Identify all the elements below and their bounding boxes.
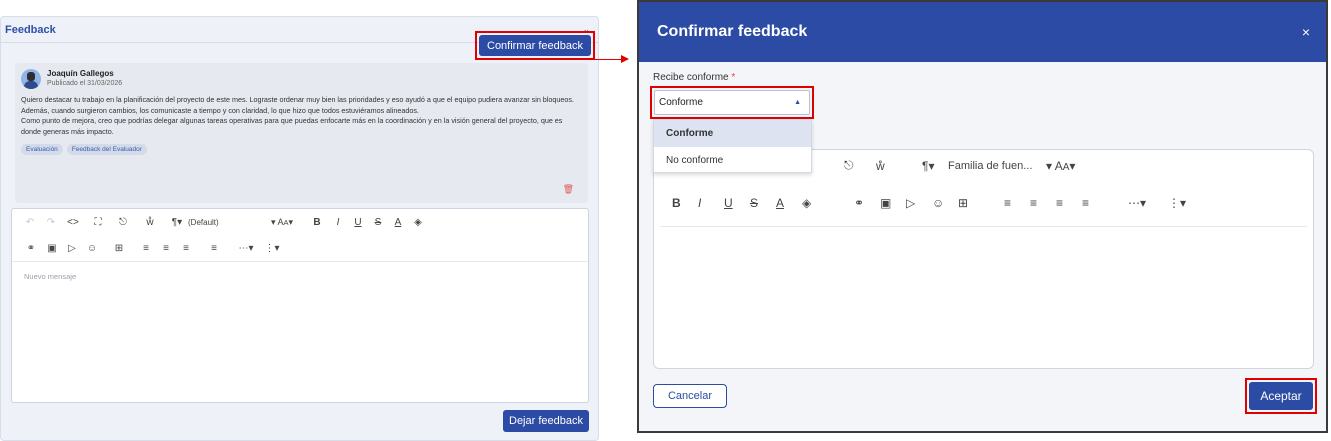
field-label-text: Recibe conforme bbox=[653, 72, 729, 83]
numbered-list-icon[interactable]: ⋮▾ bbox=[1168, 196, 1198, 210]
font-size-icon[interactable]: ▾ AA▾ bbox=[1046, 159, 1086, 173]
undo-icon[interactable]: ↶ bbox=[20, 217, 40, 228]
field-label: Recibe conforme * bbox=[653, 72, 735, 83]
avatar bbox=[21, 69, 41, 89]
author-name: Joaquín Gallegos bbox=[47, 69, 114, 78]
align-left-icon[interactable]: ≡ bbox=[1004, 196, 1030, 210]
strikethrough-icon[interactable]: S bbox=[750, 196, 776, 210]
dropdown-option[interactable]: No conforme bbox=[654, 147, 811, 174]
feedback-comment-card: Joaquín Gallegos Publicado el 31/03/2026… bbox=[15, 63, 588, 203]
video-icon[interactable]: ▷ bbox=[906, 196, 932, 210]
trash-icon[interactable]: 🗑 bbox=[563, 184, 574, 195]
conformity-dropdown: Conforme No conforme bbox=[653, 119, 812, 173]
highlight-color-icon[interactable]: ◈ bbox=[802, 196, 854, 210]
message-input[interactable]: Nuevo mensaje bbox=[12, 262, 588, 291]
select-highlight: Conforme ▲ bbox=[650, 86, 814, 119]
paragraph-style-icon[interactable]: ¶▾ bbox=[922, 159, 948, 173]
select-value: Conforme bbox=[659, 97, 703, 108]
align-right-icon[interactable]: ≡ bbox=[176, 243, 196, 254]
conformity-select[interactable]: Conforme ▲ bbox=[654, 90, 810, 115]
font-color-icon[interactable]: A bbox=[776, 196, 802, 210]
confirm-feedback-modal: Confirmar feedback × Recibe conforme * C… bbox=[637, 0, 1328, 433]
leave-feedback-button[interactable]: Dejar feedback bbox=[503, 410, 589, 432]
strikethrough-icon[interactable]: S bbox=[368, 217, 388, 228]
editor-toolbar-row-2: ⚭ ▣ ▷ ☺ ⊞ ≡ ≡ ≡ ≡ ⋯▾ ⋮▾ bbox=[12, 235, 588, 261]
format-painter-icon[interactable]: ⎋ bbox=[112, 217, 134, 228]
align-left-icon[interactable]: ≡ bbox=[136, 243, 156, 254]
comment-tags: Evaluación Feedback del Evaluador bbox=[21, 144, 582, 155]
emoji-icon[interactable]: ☺ bbox=[932, 196, 958, 210]
link-icon[interactable]: ⚭ bbox=[854, 196, 880, 210]
tag-badge: Evaluación bbox=[21, 144, 63, 155]
bullet-list-icon[interactable]: ⋯▾ bbox=[232, 243, 260, 254]
editor-toolbar-row-1: ↶ ↷ <> ⛶ ⎋ ẘ ¶▾ (Default) ▾ AA▾ B I U S … bbox=[12, 209, 588, 235]
caret-up-icon: ▲ bbox=[794, 99, 801, 106]
redo-icon[interactable]: ↷ bbox=[40, 217, 62, 228]
italic-icon[interactable]: I bbox=[698, 196, 724, 210]
screen: Feedback ⌄ Confirmar feedback Joaquín Ga… bbox=[0, 0, 1331, 441]
code-view-icon[interactable]: <> bbox=[62, 217, 84, 228]
modal-toolbar-row-2: B I U S A ◈ ⚭ ▣ ▷ ☺ ⊞ ≡ ≡ ≡ ≡ ⋯▾ ⋮▾ bbox=[672, 196, 1198, 210]
align-right-icon[interactable]: ≡ bbox=[1056, 196, 1082, 210]
video-icon[interactable]: ▷ bbox=[62, 243, 82, 254]
modal-header: Confirmar feedback × bbox=[639, 2, 1326, 62]
modal-editor: ⎋ ẘ ¶▾ Familia de fuen... ▾ AA▾ B I U S … bbox=[653, 149, 1314, 369]
close-icon[interactable]: × bbox=[1302, 24, 1310, 40]
annotation-arrowhead bbox=[621, 55, 629, 63]
bullet-list-icon[interactable]: ⋯▾ bbox=[1128, 196, 1168, 210]
modal-title: Confirmar feedback bbox=[657, 23, 808, 40]
numbered-list-icon[interactable]: ⋮▾ bbox=[260, 243, 284, 254]
confirm-feedback-highlight: Confirmar feedback bbox=[475, 31, 595, 60]
annotation-arrow bbox=[595, 59, 623, 60]
feedback-panel-title: Feedback bbox=[5, 23, 56, 36]
clear-format-icon[interactable]: ẘ bbox=[134, 217, 166, 228]
bold-icon[interactable]: B bbox=[306, 217, 328, 228]
confirm-feedback-button[interactable]: Confirmar feedback bbox=[479, 35, 591, 56]
table-icon[interactable]: ⊞ bbox=[958, 196, 1004, 210]
image-icon[interactable]: ▣ bbox=[880, 196, 906, 210]
dropdown-option[interactable]: Conforme bbox=[654, 120, 811, 147]
divider bbox=[660, 226, 1307, 227]
comment-paragraph: Como punto de mejora, creo que podrías d… bbox=[21, 116, 563, 136]
font-color-icon[interactable]: A bbox=[388, 217, 408, 228]
link-icon[interactable]: ⚭ bbox=[20, 243, 42, 254]
clear-format-icon[interactable]: ẘ bbox=[876, 159, 922, 173]
comment-author: Joaquín Gallegos Publicado el 31/03/2026 bbox=[21, 69, 582, 89]
tag-badge: Feedback del Evaluador bbox=[66, 144, 147, 155]
underline-icon[interactable]: U bbox=[724, 196, 750, 210]
feedback-panel: Feedback ⌄ Confirmar feedback Joaquín Ga… bbox=[0, 16, 599, 441]
accept-button[interactable]: Aceptar bbox=[1249, 382, 1313, 410]
align-center-icon[interactable]: ≡ bbox=[156, 243, 176, 254]
comment-paragraph: Quiero destacar tu trabajo en la planifi… bbox=[21, 95, 574, 115]
paragraph-style-select[interactable]: (Default) bbox=[188, 218, 258, 227]
format-painter-icon[interactable]: ⎋ bbox=[844, 158, 876, 173]
font-size-icon[interactable]: ▾ AA▾ bbox=[258, 217, 306, 228]
published-date: Publicado el 31/03/2026 bbox=[47, 80, 123, 87]
emoji-icon[interactable]: ☺ bbox=[82, 243, 102, 254]
italic-icon[interactable]: I bbox=[328, 217, 348, 228]
message-editor: ↶ ↷ <> ⛶ ⎋ ẘ ¶▾ (Default) ▾ AA▾ B I U S … bbox=[11, 208, 589, 403]
table-icon[interactable]: ⊞ bbox=[102, 243, 136, 254]
fullscreen-icon[interactable]: ⛶ bbox=[84, 217, 112, 228]
align-justify-icon[interactable]: ≡ bbox=[1082, 196, 1128, 210]
align-justify-icon[interactable]: ≡ bbox=[196, 243, 232, 254]
paragraph-style-icon[interactable]: ¶▾ bbox=[166, 217, 188, 228]
align-center-icon[interactable]: ≡ bbox=[1030, 196, 1056, 210]
cancel-button[interactable]: Cancelar bbox=[653, 384, 727, 408]
highlight-color-icon[interactable]: ◈ bbox=[408, 217, 428, 228]
comment-text: Quiero destacar tu trabajo en la planifi… bbox=[21, 95, 582, 137]
required-mark: * bbox=[731, 72, 736, 83]
font-family-select[interactable]: Familia de fuen... bbox=[948, 160, 1046, 172]
underline-icon[interactable]: U bbox=[348, 217, 368, 228]
accept-highlight: Aceptar bbox=[1245, 378, 1317, 414]
image-icon[interactable]: ▣ bbox=[42, 243, 62, 254]
bold-icon[interactable]: B bbox=[672, 196, 698, 210]
